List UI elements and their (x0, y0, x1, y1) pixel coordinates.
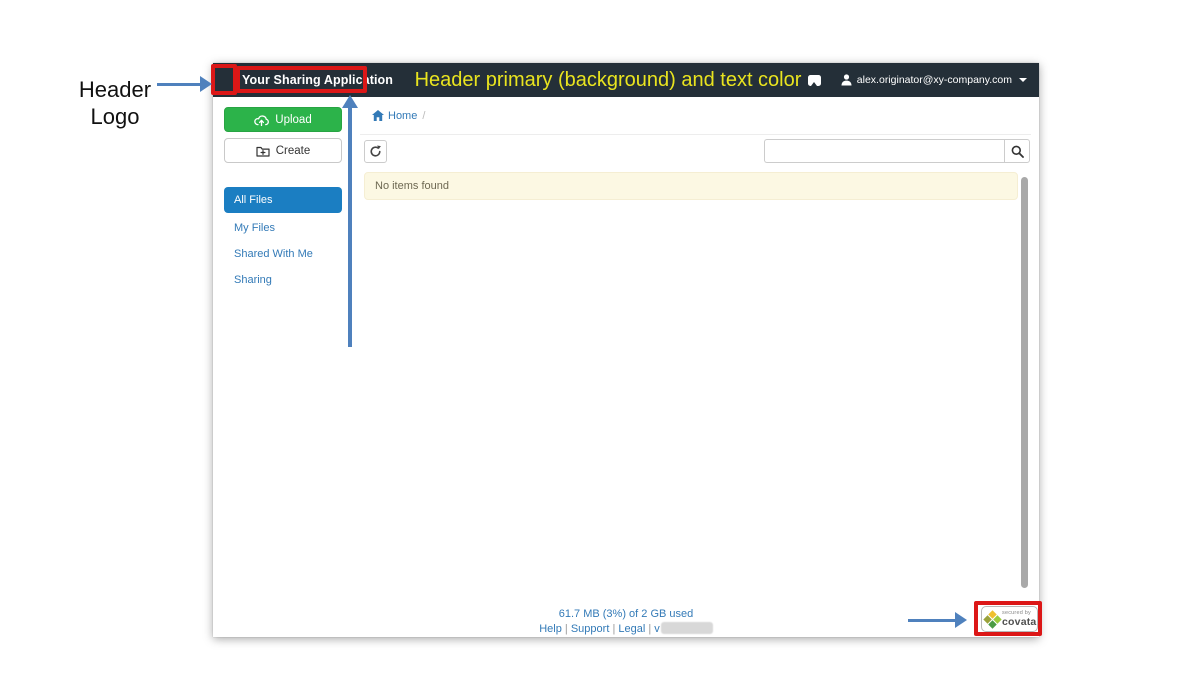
covata-diamond-icon (983, 610, 1001, 628)
app-header: Your Sharing Application Header primary … (213, 63, 1039, 97)
footer-link-separator: | (648, 623, 651, 635)
annotation-arrowhead-header-logo (200, 76, 212, 92)
search-group (764, 139, 1030, 163)
refresh-icon (369, 145, 382, 158)
app-title: Your Sharing Application (242, 63, 393, 97)
annotation-arrow-app-name (348, 107, 352, 347)
home-icon (372, 110, 384, 121)
search-icon (1011, 145, 1024, 158)
sidebar-item-all-files[interactable]: All Files (224, 187, 342, 213)
refresh-button[interactable] (364, 140, 387, 163)
empty-state-text: No items found (375, 180, 449, 192)
cloud-upload-icon (254, 114, 269, 126)
main-content: Home / No items (360, 97, 1039, 637)
sidebar-item-label: All Files (234, 194, 273, 206)
footer-link-support[interactable]: Support (571, 623, 610, 635)
annotation-arrowhead-app-name (342, 95, 358, 108)
annotated-screenshot-canvas: Header Logo Application Name displayed t… (0, 0, 1200, 675)
annotation-arrow-header-logo (157, 83, 202, 86)
upload-button[interactable]: Upload (224, 107, 342, 132)
user-email: alex.originator@xy-company.com (857, 74, 1012, 86)
create-button-label: Create (276, 145, 311, 157)
header-logo-placeholder (218, 66, 236, 94)
user-menu[interactable]: alex.originator@xy-company.com (841, 74, 1027, 86)
covata-badge-text: secured by covata (1002, 611, 1036, 627)
sidebar: Upload Create All Files My Files Shared … (213, 97, 360, 637)
breadcrumb-separator: / (422, 110, 425, 122)
breadcrumb: Home / (360, 97, 1031, 135)
annotation-header-color-note: Header primary (background) and text col… (403, 63, 813, 97)
annotation-text-line: Header (55, 76, 175, 103)
footer-link-separator: | (612, 623, 615, 635)
search-input[interactable] (764, 139, 1004, 163)
message-icon[interactable] (808, 75, 821, 86)
header-right-controls: alex.originator@xy-company.com (808, 63, 1027, 97)
sidebar-item-label: Shared With Me (234, 248, 313, 260)
user-icon (841, 74, 852, 86)
app-window: Your Sharing Application Header primary … (213, 63, 1039, 637)
sidebar-item-my-files[interactable]: My Files (224, 215, 342, 241)
annotation-text-line: Logo (55, 103, 175, 130)
sidebar-item-label: My Files (234, 222, 275, 234)
caret-down-icon (1019, 78, 1027, 82)
empty-state-message: No items found (364, 172, 1018, 200)
sidebar-item-sharing[interactable]: Sharing (224, 267, 342, 293)
annotation-arrowhead-footer-logo (955, 612, 967, 628)
sidebar-item-label: Sharing (234, 274, 272, 286)
vertical-scrollbar[interactable] (1021, 177, 1028, 588)
annotation-arrow-footer-logo (908, 619, 956, 622)
version-redacted-blur (661, 622, 713, 634)
footer-link-separator: | (565, 623, 568, 635)
create-button[interactable]: Create (224, 138, 342, 163)
footer-link-help[interactable]: Help (539, 623, 562, 635)
upload-button-label: Upload (275, 114, 311, 126)
search-button[interactable] (1004, 139, 1030, 163)
footer-links: Help | Support | Legal | v (213, 622, 1039, 635)
sidebar-item-shared-with-me[interactable]: Shared With Me (224, 241, 342, 267)
footer-brand-badge[interactable]: secured by covata (981, 606, 1038, 632)
covata-brand-label: covata (1002, 617, 1036, 628)
folder-plus-icon (256, 145, 270, 157)
breadcrumb-home-label: Home (388, 110, 417, 122)
footer-link-legal[interactable]: Legal (618, 623, 645, 635)
footer-version-prefix: v (654, 623, 660, 635)
breadcrumb-home-link[interactable]: Home (372, 110, 417, 122)
